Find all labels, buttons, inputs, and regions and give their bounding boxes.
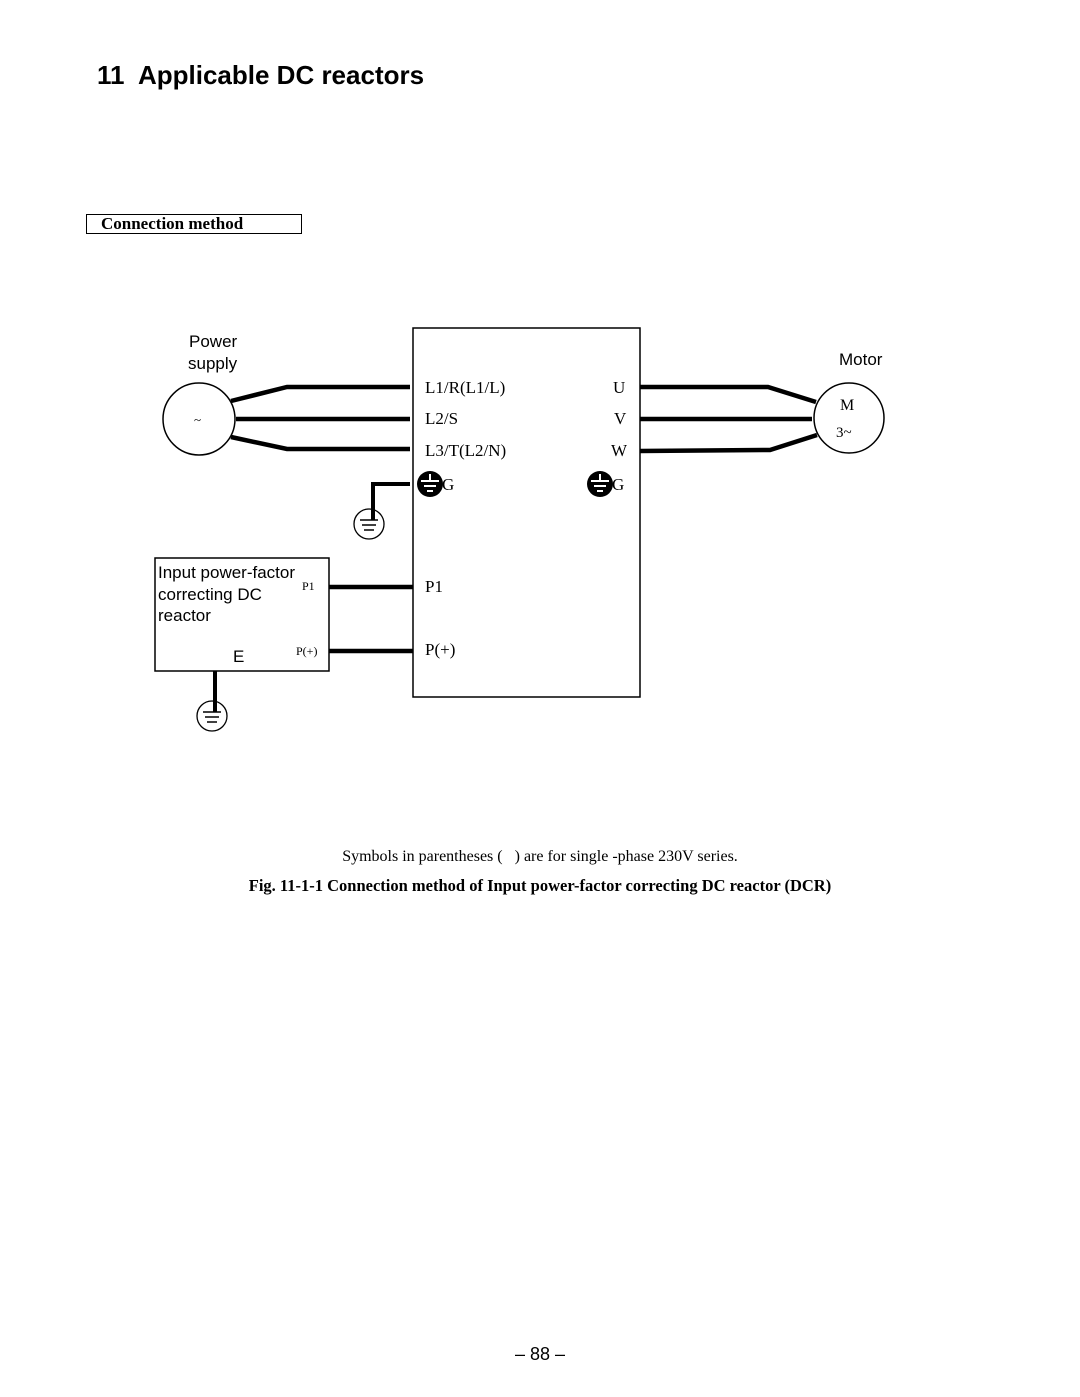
wire-u [640, 384, 817, 405]
reactor-terminal-e: E [233, 647, 244, 666]
reactor-terminal-p-plus: P(+) [296, 644, 317, 658]
parentheses-note: Symbols in parentheses ( ) are for singl… [342, 848, 738, 865]
terminal-v: V [614, 409, 627, 428]
inverter-ground-wire [353, 482, 410, 540]
reactor-label-line3: reactor [158, 606, 211, 625]
figure-caption: Fig. 11-1-1 Connection method of Input p… [248, 876, 832, 895]
connection-diagram: Power supply ~ L1/R(L1/L) L2/S L3/T(L2/N… [154, 327, 885, 732]
terminal-l2: L2/S [425, 409, 458, 428]
terminal-l1: L1/R(L1/L) [425, 378, 505, 397]
protective-ground-icon-right [587, 471, 613, 497]
wire-l3 [230, 434, 410, 452]
power-supply-label-line1: Power [189, 332, 238, 351]
ac-source-symbol: ~ [194, 412, 201, 427]
protective-ground-icon-left [417, 471, 443, 497]
reactor-ground-wire [196, 671, 228, 732]
dc-wires [329, 584, 413, 654]
reactor-terminal-p1: P1 [302, 579, 315, 593]
earth-ground-icon [196, 700, 228, 732]
terminal-p-plus: P(+) [425, 640, 455, 659]
motor-icon: M 3~ [813, 382, 885, 454]
reactor-label-line1: Input power-factor [158, 563, 295, 582]
motor-symbol-m: M [840, 397, 854, 414]
motor-label: Motor [839, 350, 883, 369]
ground-label-left: G [442, 475, 454, 494]
terminal-u: U [613, 378, 625, 397]
terminal-w: W [611, 441, 628, 460]
reactor-label-line2: correcting DC [158, 585, 262, 604]
earth-ground-icon [353, 508, 385, 540]
ground-label-right: G [612, 475, 624, 494]
motor-symbol-3phase: 3~ [836, 425, 852, 441]
wire-l1 [230, 384, 410, 404]
output-wires [639, 384, 818, 454]
page-number: – 88 – [514, 1344, 566, 1364]
wire-w [639, 432, 818, 454]
input-wires [230, 384, 410, 452]
terminal-p1: P1 [425, 577, 443, 596]
power-supply-label-line2: supply [188, 354, 238, 373]
terminal-l3: L3/T(L2/N) [425, 441, 506, 460]
ac-source-icon: ~ [162, 382, 236, 456]
